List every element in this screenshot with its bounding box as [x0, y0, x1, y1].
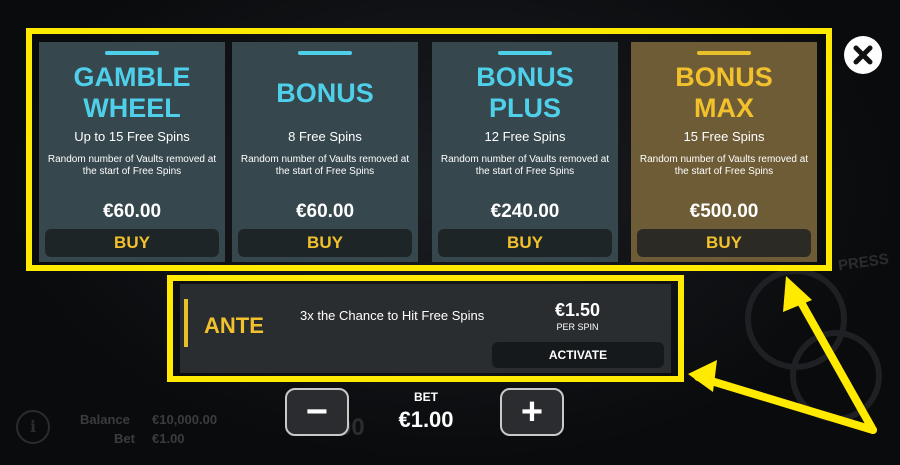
- annotation-arrows: [688, 276, 877, 434]
- arrow-to-ante-head: [688, 360, 717, 392]
